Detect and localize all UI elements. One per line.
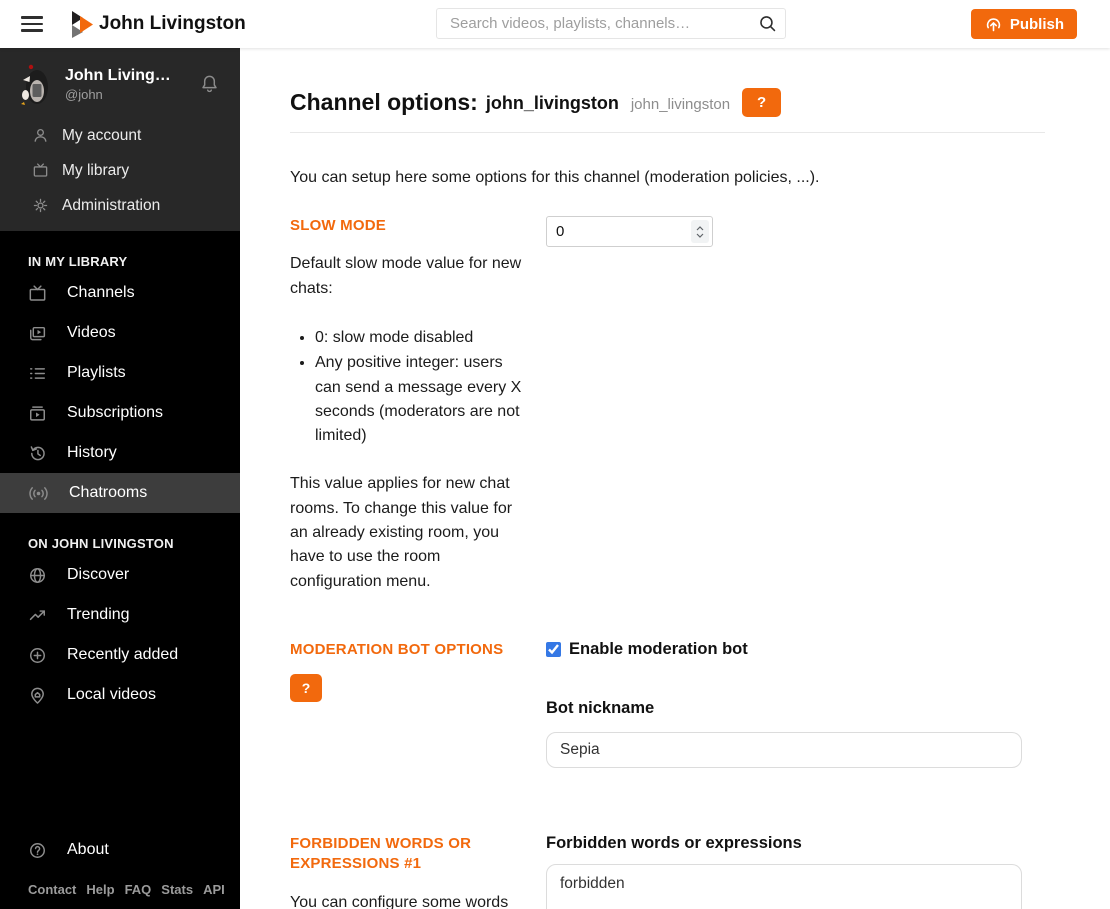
sidebar-item-label: Local videos bbox=[67, 686, 156, 703]
bot-nickname-input[interactable] bbox=[546, 732, 1022, 768]
top-header: John Livingston Publish bbox=[0, 0, 1110, 48]
sidebar-item-label: Discover bbox=[67, 566, 130, 583]
main-content: Channel options: john_livingston john_li… bbox=[240, 48, 1110, 909]
sidebar-item-label: About bbox=[67, 841, 109, 858]
search-input[interactable] bbox=[436, 8, 786, 39]
hamburger-menu-icon[interactable] bbox=[21, 12, 43, 36]
forbidden-words-field-label: Forbidden words or expressions bbox=[546, 834, 802, 852]
user-handle: @john bbox=[65, 86, 103, 102]
trending-icon bbox=[29, 609, 45, 620]
sidebar-item-label: Subscriptions bbox=[67, 404, 164, 421]
forbidden-words-textarea[interactable]: forbidden bbox=[546, 864, 1022, 909]
question-circle-icon bbox=[30, 842, 45, 858]
publish-label: Publish bbox=[1009, 15, 1064, 33]
user-name: John Livingston bbox=[65, 66, 177, 84]
footer-link-faq[interactable]: FAQ bbox=[125, 882, 152, 897]
title-divider bbox=[290, 132, 1045, 133]
forbidden-words-section: FORBIDDEN WORDS OR EXPRESSIONS #1 You ca… bbox=[290, 834, 1045, 909]
history-clock-icon bbox=[30, 445, 45, 460]
sidebar-item-label: Playlists bbox=[67, 364, 126, 381]
title-help-button[interactable]: ? bbox=[742, 88, 782, 117]
gear-icon bbox=[33, 198, 48, 213]
moderation-bot-section: MODERATION BOT OPTIONS ? Enable moderati… bbox=[290, 640, 1045, 768]
page-title-prefix: Channel options: bbox=[290, 89, 478, 115]
bullet-item: Any positive integer: users can send a m… bbox=[315, 351, 530, 448]
playlists-icon bbox=[30, 367, 45, 379]
globe-icon bbox=[30, 567, 45, 583]
forbidden-words-description: You can configure some words that will b… bbox=[290, 893, 509, 909]
sidebar-item-label: Videos bbox=[67, 324, 116, 341]
notifications-bell-icon[interactable] bbox=[199, 73, 220, 95]
sidebar-item-about[interactable]: About bbox=[0, 830, 240, 870]
sidebar-item-administration[interactable]: Administration bbox=[0, 188, 240, 223]
slow-mode-section: SLOW MODE Default slow mode value for ne… bbox=[290, 216, 1045, 594]
plus-circle-icon bbox=[30, 647, 45, 663]
user-block[interactable]: John Livingston @john bbox=[0, 48, 240, 118]
sidebar-item-local-videos[interactable]: Local videos bbox=[0, 675, 240, 715]
section-title-on-instance: ON JOHN LIVINGSTON bbox=[28, 536, 174, 551]
sidebar-footer: Contact Help FAQ Stats API bbox=[0, 870, 240, 909]
footer-link-api[interactable]: API bbox=[203, 882, 225, 897]
avatar bbox=[21, 64, 48, 105]
slow-mode-description: Default slow mode value for new chats: bbox=[290, 255, 522, 297]
section-title-in-my-library: IN MY LIBRARY bbox=[28, 254, 128, 269]
sidebar-item-label: Recently added bbox=[67, 646, 179, 663]
intro-text: You can setup here some options for this… bbox=[290, 169, 820, 186]
publish-button[interactable]: Publish bbox=[970, 9, 1077, 39]
sidebar-item-label: Administration bbox=[62, 196, 161, 214]
sidebar-item-my-library[interactable]: My library bbox=[0, 153, 240, 188]
footer-link-stats[interactable]: Stats bbox=[161, 882, 193, 897]
slow-mode-label: SLOW MODE bbox=[290, 217, 386, 234]
spinner-down-icon[interactable] bbox=[696, 233, 704, 238]
sidebar-item-label: Trending bbox=[67, 606, 130, 623]
channels-tv-icon bbox=[29, 284, 46, 301]
sidebar-item-history[interactable]: History bbox=[0, 433, 240, 473]
sidebar-item-label: History bbox=[67, 444, 117, 461]
sidebar-item-playlists[interactable]: Playlists bbox=[0, 353, 240, 393]
footer-link-contact[interactable]: Contact bbox=[28, 882, 76, 897]
sidebar-item-my-account[interactable]: My account bbox=[0, 118, 240, 153]
sidebar-item-recently-added[interactable]: Recently added bbox=[0, 635, 240, 675]
upload-icon bbox=[986, 17, 1000, 31]
chatrooms-broadcast-icon bbox=[29, 486, 48, 500]
slow-mode-bullets: 0: slow mode disabled Any positive integ… bbox=[290, 326, 530, 449]
sidebar-item-trending[interactable]: Trending bbox=[0, 595, 240, 635]
sidebar-item-chatrooms[interactable]: Chatrooms bbox=[0, 473, 240, 513]
person-icon bbox=[34, 128, 47, 142]
sidebar-item-videos[interactable]: Videos bbox=[0, 313, 240, 353]
home-pin-icon bbox=[31, 687, 44, 704]
subscriptions-icon bbox=[30, 405, 45, 421]
sidebar-item-label: My account bbox=[62, 126, 142, 144]
spinner-up-icon[interactable] bbox=[696, 225, 704, 231]
peertube-logo-icon[interactable] bbox=[72, 10, 93, 38]
tv-icon bbox=[33, 163, 48, 177]
page-title-channel: john_livingston bbox=[485, 93, 619, 113]
enable-moderation-bot-checkbox[interactable] bbox=[546, 642, 561, 657]
slow-mode-note: This value applies for new chat rooms. T… bbox=[290, 475, 513, 590]
enable-moderation-bot-label: Enable moderation bot bbox=[569, 640, 748, 658]
bullet-item: 0: slow mode disabled bbox=[315, 326, 530, 350]
sidebar-item-discover[interactable]: Discover bbox=[0, 555, 240, 595]
sidebar-item-label: Chatrooms bbox=[69, 484, 148, 501]
channel-handle-badge: john_livingston bbox=[630, 96, 731, 113]
videos-icon bbox=[30, 326, 46, 340]
moderation-bot-help-button[interactable]: ? bbox=[290, 674, 322, 703]
sidebar-item-label: Channels bbox=[67, 284, 135, 301]
sidebar: John Livingston @john My account My libr… bbox=[0, 48, 240, 909]
bot-nickname-label: Bot nickname bbox=[546, 699, 655, 717]
forbidden-words-label: FORBIDDEN WORDS OR EXPRESSIONS #1 bbox=[290, 835, 472, 873]
instance-title[interactable]: John Livingston bbox=[99, 13, 246, 35]
search-icon[interactable] bbox=[758, 14, 777, 33]
sidebar-item-label: My library bbox=[62, 161, 130, 179]
number-spinner[interactable] bbox=[691, 220, 709, 243]
page-title: Channel options: john_livingston john_li… bbox=[290, 88, 1045, 117]
sidebar-item-channels[interactable]: Channels bbox=[0, 273, 240, 313]
sidebar-item-subscriptions[interactable]: Subscriptions bbox=[0, 393, 240, 433]
slow-mode-input[interactable] bbox=[546, 216, 713, 247]
footer-link-help[interactable]: Help bbox=[86, 882, 114, 897]
moderation-bot-label: MODERATION BOT OPTIONS bbox=[290, 641, 504, 658]
